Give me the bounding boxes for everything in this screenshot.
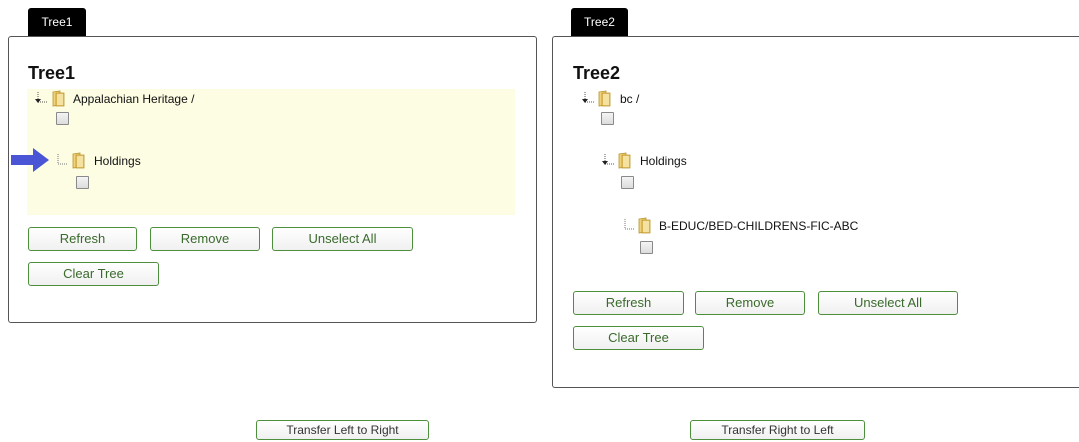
tree2-node-root-checkbox[interactable] — [601, 112, 614, 125]
pointer-arrow-icon — [11, 148, 49, 172]
expanded-connector-icon[interactable] — [578, 90, 596, 108]
tree2-panel: Tree2 bc / Holdings B-EDUC/BED-CHILDRENS… — [552, 36, 1079, 388]
folder-icon — [51, 90, 67, 107]
tree1-node-holdings[interactable]: Holdings — [51, 152, 251, 170]
leaf-connector-icon — [51, 152, 69, 170]
tree2-node-holdings[interactable]: Holdings — [598, 152, 798, 170]
tree2-clear-tree-button[interactable]: Clear Tree — [573, 326, 704, 350]
folder-icon — [617, 152, 633, 169]
tree2-node-leaf[interactable]: B-EDUC/BED-CHILDRENS-FIC-ABC — [618, 217, 918, 235]
tab-tree2[interactable]: Tree2 — [571, 8, 628, 36]
tree1-refresh-button[interactable]: Refresh — [28, 227, 137, 251]
transfer-left-to-right-button[interactable]: Transfer Left to Right — [256, 420, 429, 440]
tree2-title: Tree2 — [573, 63, 621, 83]
tree2-unselect-all-button[interactable]: Unselect All — [818, 291, 958, 315]
tab-tree1[interactable]: Tree1 — [28, 8, 86, 36]
tree1-clear-tree-button[interactable]: Clear Tree — [28, 262, 159, 286]
tree2-node-label: bc / — [620, 92, 640, 106]
tree1-unselect-all-button[interactable]: Unselect All — [272, 227, 413, 251]
tree2-remove-button[interactable]: Remove — [695, 291, 805, 315]
tree2-node-label: Holdings — [640, 154, 687, 168]
tree2-node-holdings-checkbox[interactable] — [621, 176, 634, 189]
folder-icon — [71, 152, 87, 169]
tree2-node-leaf-checkbox[interactable] — [640, 241, 653, 254]
tree2-refresh-button[interactable]: Refresh — [573, 291, 684, 315]
expanded-connector-icon[interactable] — [598, 152, 616, 170]
transfer-right-to-left-button[interactable]: Transfer Right to Left — [690, 420, 865, 440]
leaf-connector-icon — [618, 217, 636, 235]
tree1-node-root[interactable]: Appalachian Heritage / — [31, 90, 331, 108]
tree2-node-root[interactable]: bc / — [578, 90, 778, 108]
folder-icon — [597, 90, 613, 107]
tree2-node-label: B-EDUC/BED-CHILDRENS-FIC-ABC — [659, 219, 859, 233]
tree1-node-label: Appalachian Heritage / — [73, 92, 195, 106]
tree1-title: Tree1 — [28, 63, 76, 83]
tree1-node-label: Holdings — [94, 154, 141, 168]
tree1-remove-button[interactable]: Remove — [150, 227, 260, 251]
tree1-node-holdings-checkbox[interactable] — [76, 176, 89, 189]
tree1-panel: Tree1 Appalachian Heritage / Holdings Re… — [8, 36, 537, 323]
tree1-node-root-checkbox[interactable] — [56, 112, 69, 125]
expanded-connector-icon[interactable] — [31, 90, 49, 108]
folder-icon — [637, 217, 653, 234]
